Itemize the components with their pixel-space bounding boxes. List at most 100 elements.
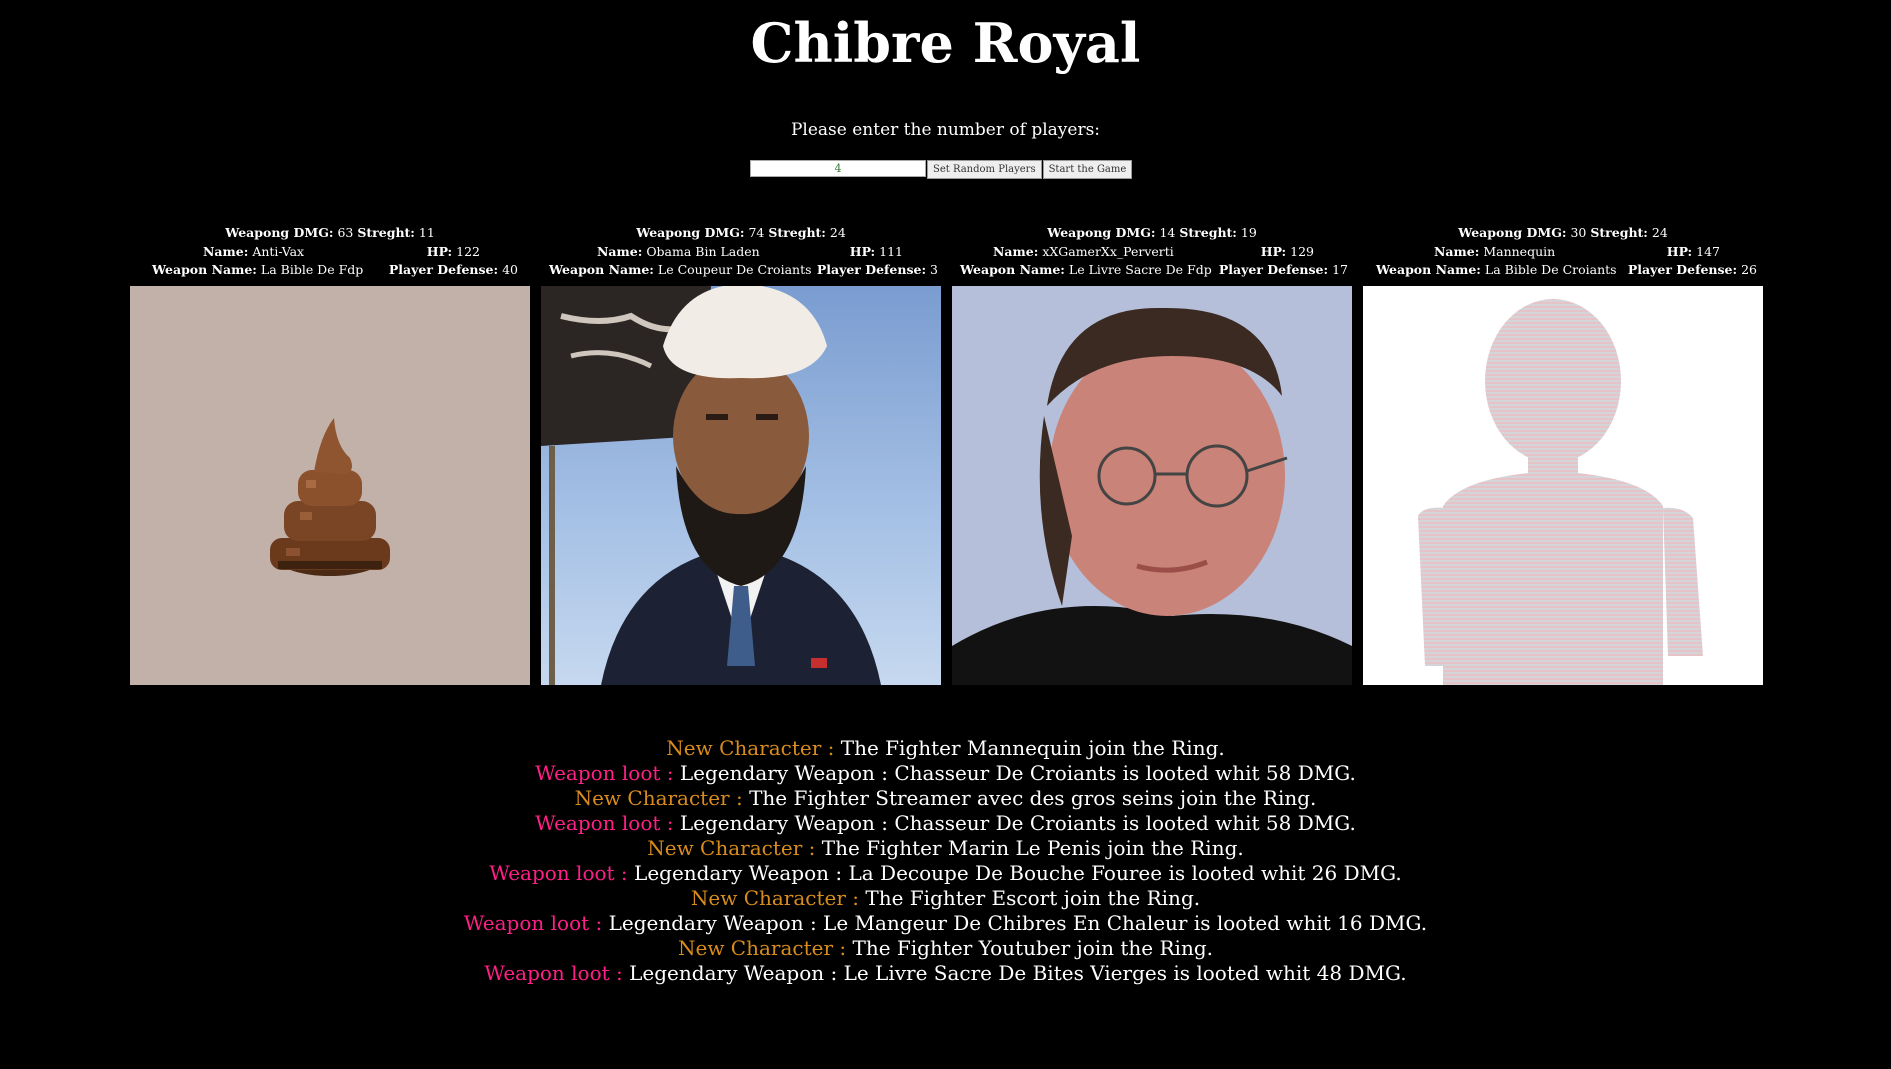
- log-tag: New Character :: [647, 836, 816, 860]
- game-controls: Set Random Players Start the Game: [750, 160, 1133, 179]
- player-avatar-portrait: [952, 286, 1352, 685]
- name-label: Name:: [993, 243, 1039, 259]
- log-message: The Fighter Streamer avec des gros seins…: [749, 786, 1317, 810]
- log-tag: New Character :: [666, 736, 835, 760]
- player-stats: Weapong DMG: 63 Streght: 11 Name: Anti-V…: [130, 224, 530, 281]
- strength-value: 19: [1240, 225, 1257, 240]
- player-avatar-poop: [130, 286, 530, 685]
- player-card: Weapong DMG: 30 Streght: 24 Name: Manneq…: [1363, 224, 1763, 685]
- portrait-image: [541, 286, 881, 685]
- hp-value: 111: [879, 243, 903, 259]
- log-entry: New Character : The Fighter Marin Le Pen…: [0, 836, 1891, 861]
- player-card: Weapong DMG: 74 Streght: 24 Name: Obama …: [541, 224, 941, 685]
- dmg-value: 30: [1570, 225, 1587, 240]
- defense-label: Player Defense:: [1627, 262, 1738, 277]
- log-message: Legendary Weapon : La Decoupe De Bouche …: [634, 861, 1402, 885]
- log-message: Legendary Weapon : Chasseur De Croiants …: [679, 761, 1356, 785]
- weapon-name: La Bible De Croiants: [1484, 262, 1617, 277]
- log-tag: New Character :: [677, 936, 847, 960]
- dmg-value: 63: [337, 225, 354, 240]
- player-stats: Weapong DMG: 14 Streght: 19 Name: xXGame…: [952, 224, 1352, 281]
- event-log: New Character : The Fighter Mannequin jo…: [0, 736, 1891, 986]
- player-name: Mannequin: [1483, 243, 1556, 259]
- log-entry: Weapon loot : Legendary Weapon : Le Livr…: [0, 961, 1891, 986]
- dmg-label: Weapong DMG:: [636, 225, 745, 240]
- log-tag: Weapon loot :: [489, 861, 628, 885]
- poop-icon: [270, 418, 390, 576]
- log-tag: Weapon loot :: [484, 961, 623, 985]
- weapon-name: La Bible De Fdp: [260, 262, 364, 277]
- log-message: The Fighter Youtuber join the Ring.: [852, 936, 1213, 960]
- defense-value: 17: [1332, 262, 1348, 277]
- strength-value: 24: [829, 225, 846, 240]
- log-entry: New Character : The Fighter Escort join …: [0, 886, 1891, 911]
- player-stats: Weapong DMG: 74 Streght: 24 Name: Obama …: [541, 224, 941, 281]
- dmg-value: 74: [748, 225, 765, 240]
- name-label: Name:: [1434, 243, 1480, 259]
- hp-value: 129: [1290, 243, 1314, 259]
- weapon-name: Le Coupeur De Croiants: [657, 262, 812, 277]
- hp-value: 147: [1696, 243, 1720, 259]
- log-tag: New Character :: [690, 886, 860, 910]
- defense-value: 26: [1741, 262, 1757, 277]
- player-avatar-portrait: [541, 286, 941, 685]
- weapon-label: Weapon Name:: [152, 262, 257, 277]
- log-entry: New Character : The Fighter Youtuber joi…: [0, 936, 1891, 961]
- portrait-image: [952, 307, 1352, 685]
- strength-label: Streght:: [768, 225, 826, 240]
- name-label: Name:: [597, 243, 643, 259]
- strength-label: Streght:: [357, 225, 415, 240]
- defense-value: 40: [502, 262, 518, 277]
- players-prompt: Please enter the number of players:: [790, 120, 1101, 140]
- dmg-label: Weapong DMG:: [225, 225, 334, 240]
- log-tag: Weapon loot :: [463, 911, 603, 935]
- log-message: Legendary Weapon : Chasseur De Croiants …: [679, 811, 1356, 835]
- page-title: Chibre Royal: [750, 11, 1141, 75]
- defense-label: Player Defense:: [816, 262, 927, 277]
- log-entry: Weapon loot : Legendary Weapon : Chasseu…: [0, 811, 1891, 836]
- player-name: Obama Bin Laden: [646, 243, 760, 259]
- strength-label: Streght:: [1179, 225, 1237, 240]
- defense-label: Player Defense:: [388, 262, 499, 277]
- name-label: Name:: [203, 243, 249, 259]
- hp-label: HP:: [849, 243, 876, 259]
- player-name: Anti-Vax: [252, 243, 305, 259]
- log-entry: Weapon loot : Legendary Weapon : Chasseu…: [0, 761, 1891, 786]
- log-tag: Weapon loot :: [535, 811, 674, 835]
- hp-value: 122: [456, 243, 480, 259]
- player-card: Weapong DMG: 63 Streght: 11 Name: Anti-V…: [130, 224, 530, 685]
- log-message: Legendary Weapon : Le Mangeur De Chibres…: [608, 911, 1428, 935]
- hp-label: HP:: [1260, 243, 1287, 259]
- dmg-value: 14: [1159, 225, 1176, 240]
- strength-label: Streght:: [1590, 225, 1648, 240]
- start-game-button[interactable]: Start the Game: [1042, 160, 1133, 179]
- set-random-players-button[interactable]: Set Random Players: [927, 160, 1042, 179]
- hp-label: HP:: [426, 243, 453, 259]
- weapon-label: Weapon Name:: [1376, 262, 1481, 277]
- strength-value: 11: [418, 225, 435, 240]
- dmg-label: Weapong DMG:: [1047, 225, 1156, 240]
- log-entry: Weapon loot : Legendary Weapon : La Deco…: [0, 861, 1891, 886]
- game-page: Chibre Royal Please enter the number of …: [0, 0, 1891, 1069]
- weapon-label: Weapon Name:: [549, 262, 654, 277]
- defense-value: 3: [930, 262, 938, 277]
- log-entry: New Character : The Fighter Mannequin jo…: [0, 736, 1891, 761]
- log-entry: Weapon loot : Legendary Weapon : Le Mang…: [0, 911, 1891, 936]
- weapon-name: Le Livre Sacre De Fdp: [1068, 262, 1212, 277]
- dmg-label: Weapong DMG:: [1458, 225, 1567, 240]
- log-entry: New Character : The Fighter Streamer ave…: [0, 786, 1891, 811]
- defense-label: Player Defense:: [1218, 262, 1329, 277]
- log-tag: New Character :: [574, 786, 743, 810]
- log-message: The Fighter Escort join the Ring.: [865, 886, 1201, 910]
- mannequin-image: [1418, 299, 1703, 685]
- log-message: The Fighter Mannequin join the Ring.: [840, 736, 1225, 760]
- log-message: Legendary Weapon : Le Livre Sacre De Bit…: [629, 961, 1407, 985]
- weapon-label: Weapon Name:: [960, 262, 1065, 277]
- player-name: xXGamerXx_Perverti: [1042, 243, 1174, 259]
- strength-value: 24: [1651, 225, 1668, 240]
- log-message: The Fighter Marin Le Penis join the Ring…: [821, 836, 1244, 860]
- players-count-input[interactable]: [750, 160, 926, 177]
- player-avatar-mannequin: [1363, 286, 1763, 685]
- player-stats: Weapong DMG: 30 Streght: 24 Name: Manneq…: [1363, 224, 1763, 281]
- log-tag: Weapon loot :: [535, 761, 674, 785]
